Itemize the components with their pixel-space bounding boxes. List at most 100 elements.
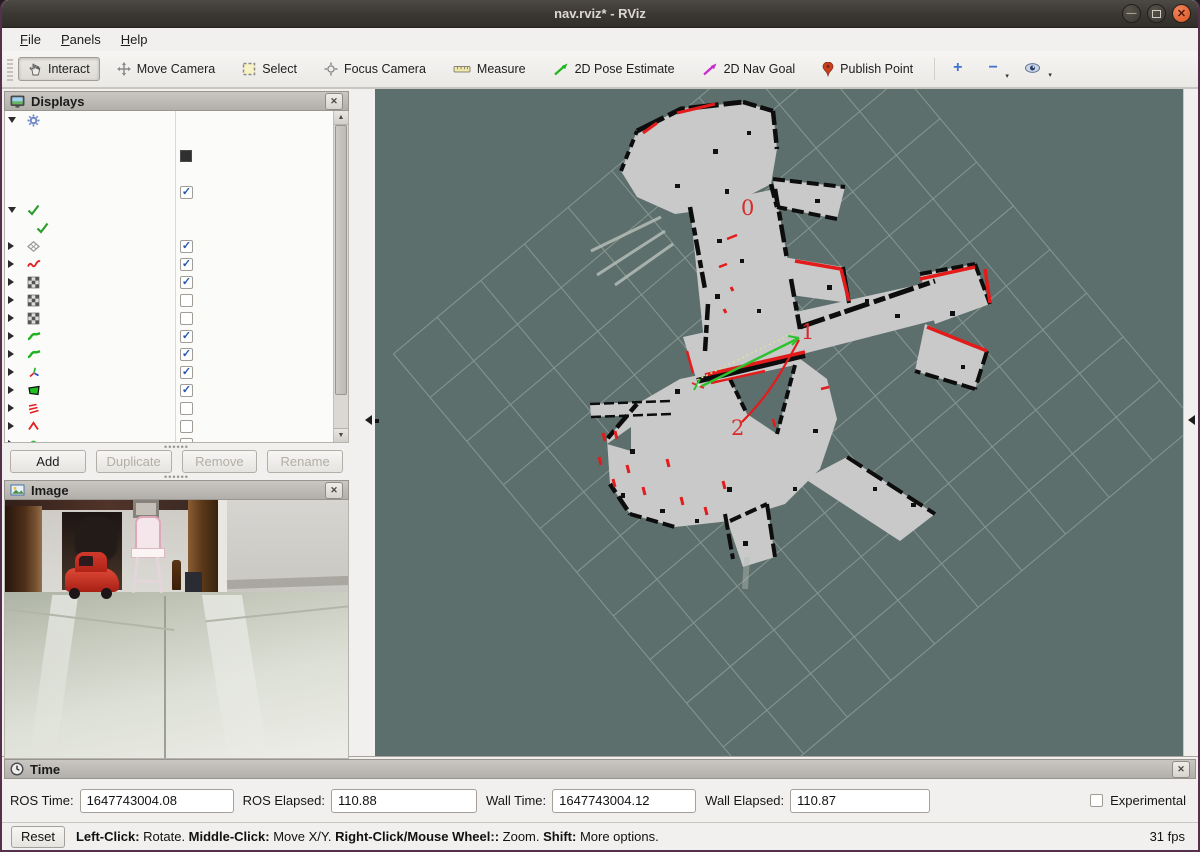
experimental-checkbox[interactable]: [1090, 794, 1103, 807]
time-close-icon[interactable]: ✕: [1172, 761, 1190, 778]
menu-item-panels[interactable]: Panels: [51, 30, 111, 49]
display-enabled-checkbox[interactable]: [180, 294, 193, 307]
tree-row-fixed-frame[interactable]: [5, 129, 348, 147]
tree-row-posearray[interactable]: [5, 399, 348, 417]
tree-row-odometry[interactable]: [5, 417, 348, 435]
tree-column-separator[interactable]: [175, 111, 176, 442]
wall-elapsed-input[interactable]: [790, 789, 930, 813]
tree-row-path[interactable]: ✓: [5, 327, 348, 345]
expander-open-icon[interactable]: [8, 117, 16, 123]
zoom-out-button[interactable]: −▾: [980, 60, 1005, 78]
tree-row-fixed-frame[interactable]: [5, 219, 348, 237]
map-canvas[interactable]: 0 1 2: [375, 89, 1183, 756]
display-enabled-checkbox[interactable]: [180, 402, 193, 415]
scroll-down-icon[interactable]: ▼: [334, 428, 348, 442]
maximize-button[interactable]: [1147, 4, 1166, 23]
display-enabled-checkbox[interactable]: ✓: [180, 258, 193, 271]
color-swatch[interactable]: [180, 150, 192, 162]
tree-row-map[interactable]: [5, 309, 348, 327]
expander-closed-icon[interactable]: [8, 332, 14, 340]
time-panel-header[interactable]: Time ✕: [4, 759, 1196, 779]
tool-interact[interactable]: Interact: [18, 57, 100, 81]
tool-focus-camera[interactable]: Focus Camera: [314, 57, 436, 81]
close-button[interactable]: ✕: [1172, 4, 1191, 23]
tree-row-partial[interactable]: [5, 435, 348, 443]
splitter-handle[interactable]: ••••••: [4, 443, 349, 450]
tool-measure[interactable]: Measure: [443, 57, 536, 81]
display-enabled-checkbox[interactable]: [180, 312, 193, 325]
display-enabled-checkbox[interactable]: ✓: [180, 366, 193, 379]
tree-row-grid[interactable]: ✓: [5, 237, 348, 255]
expander-open-icon[interactable]: [8, 207, 16, 213]
panel-collapse-handle[interactable]: [1188, 415, 1195, 425]
image-close-icon[interactable]: ✕: [325, 482, 343, 499]
tree-row-global-options[interactable]: [5, 111, 348, 129]
tree-row-frame-rate[interactable]: [5, 165, 348, 183]
render-viewport[interactable]: 0 1 2: [375, 89, 1183, 756]
tree-row-path[interactable]: ✓: [5, 345, 348, 363]
expander-closed-icon[interactable]: [8, 242, 14, 250]
display-enabled-checkbox[interactable]: ✓: [180, 384, 193, 397]
scroll-up-icon[interactable]: ▲: [334, 111, 348, 125]
expander-closed-icon[interactable]: [8, 386, 14, 394]
displays-panel-header[interactable]: Displays ✕: [4, 91, 349, 111]
ros-elapsed-input[interactable]: [331, 789, 477, 813]
camera-eye-button[interactable]: ▾: [1016, 61, 1049, 77]
toolbar-grip[interactable]: [7, 57, 13, 81]
tool-2d-nav-goal[interactable]: 2D Nav Goal: [692, 57, 806, 81]
menu-item-help[interactable]: Help: [111, 30, 158, 49]
expander-closed-icon[interactable]: [8, 296, 14, 304]
remove-button[interactable]: Remove: [182, 450, 258, 473]
tree-row-background-color[interactable]: [5, 147, 348, 165]
dropdown-caret-icon[interactable]: ▾: [1005, 72, 1009, 80]
panel-splitter-left[interactable]: [349, 89, 375, 756]
wall-time-input[interactable]: [552, 789, 696, 813]
tree-row-global-status-ok[interactable]: [5, 201, 348, 219]
tool-publish-point[interactable]: Publish Point: [812, 57, 923, 82]
expander-closed-icon[interactable]: [8, 404, 14, 412]
titlebar[interactable]: nav.rviz* - RViz — ✕: [2, 0, 1198, 28]
panel-splitter-right[interactable]: [1183, 89, 1198, 756]
dropdown-caret-icon[interactable]: ▾: [1048, 71, 1052, 79]
expander-closed-icon[interactable]: [8, 314, 14, 322]
scrollbar-thumb[interactable]: [335, 125, 347, 395]
expander-closed-icon[interactable]: [8, 278, 14, 286]
minimize-button[interactable]: —: [1122, 4, 1141, 23]
display-enabled-checkbox[interactable]: [180, 438, 193, 444]
tree-row-polygon[interactable]: ✓: [5, 381, 348, 399]
tree-row-tf[interactable]: ✓: [5, 363, 348, 381]
displays-close-icon[interactable]: ✕: [325, 93, 343, 110]
panel-collapse-handle[interactable]: [365, 415, 372, 425]
rename-button[interactable]: Rename: [267, 450, 343, 473]
status-bar: Reset Left-Click: Rotate. Middle-Click: …: [2, 822, 1198, 850]
display-enabled-checkbox[interactable]: ✓: [180, 186, 193, 199]
expander-closed-icon[interactable]: [8, 368, 14, 376]
display-enabled-checkbox[interactable]: ✓: [180, 240, 193, 253]
tree-row-default-light[interactable]: ✓: [5, 183, 348, 201]
add-button[interactable]: Add: [10, 450, 86, 473]
camera-toy-car-wheel: [69, 588, 80, 599]
expander-closed-icon[interactable]: [8, 350, 14, 358]
display-enabled-checkbox[interactable]: ✓: [180, 348, 193, 361]
display-enabled-checkbox[interactable]: [180, 420, 193, 433]
expander-closed-icon[interactable]: [8, 422, 14, 430]
tool-select[interactable]: Select: [232, 57, 307, 81]
tree-scrollbar[interactable]: ▲ ▼: [333, 111, 348, 442]
tool-move-camera[interactable]: Move Camera: [107, 57, 226, 81]
splitter-handle[interactable]: ••••••: [4, 473, 349, 480]
tree-row-laserscan[interactable]: ✓: [5, 255, 348, 273]
expander-closed-icon[interactable]: [8, 440, 14, 443]
tree-row-map[interactable]: ✓: [5, 273, 348, 291]
menu-item-file[interactable]: File: [10, 30, 51, 49]
tool-2d-pose-estimate[interactable]: 2D Pose Estimate: [543, 57, 685, 81]
reset-button[interactable]: Reset: [11, 826, 65, 848]
tree-row-map[interactable]: [5, 291, 348, 309]
image-panel-header[interactable]: Image ✕: [4, 480, 349, 500]
expander-closed-icon[interactable]: [8, 260, 14, 268]
display-enabled-checkbox[interactable]: ✓: [180, 276, 193, 289]
zoom-in-button[interactable]: +: [945, 60, 970, 78]
displays-tree[interactable]: ✓ ✓ ✓ ✓ ✓ ✓ ✓ ✓ ▲ ▼: [4, 111, 349, 443]
duplicate-button[interactable]: Duplicate: [96, 450, 172, 473]
display-enabled-checkbox[interactable]: ✓: [180, 330, 193, 343]
ros-time-input[interactable]: [80, 789, 234, 813]
